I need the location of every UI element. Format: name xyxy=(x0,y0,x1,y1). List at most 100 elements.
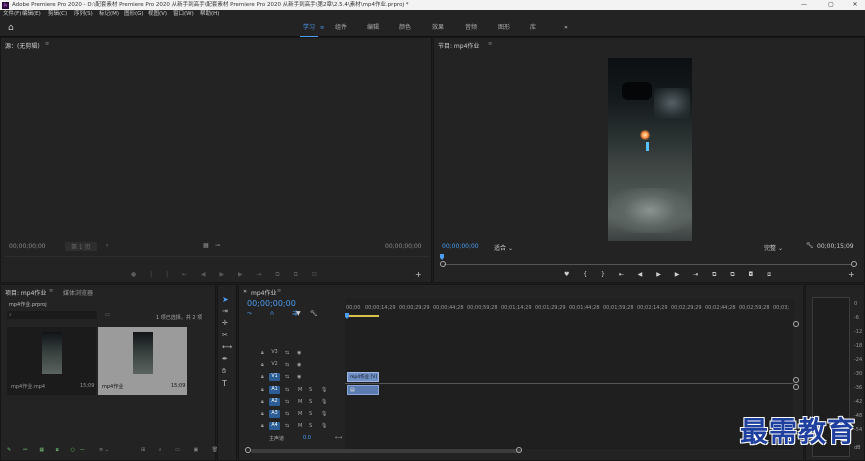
lock-icon[interactable]: 🔒︎ xyxy=(261,362,264,368)
wrench-icon[interactable]: 🔧︎ xyxy=(310,310,318,317)
solo-button[interactable]: S xyxy=(309,387,312,393)
sync-icon[interactable]: ⇆ xyxy=(285,423,289,429)
project-actions[interactable]: ⊞ ⌕ ▭ ▣ 🗑︎ xyxy=(141,447,224,453)
track-label-v1[interactable]: V1 xyxy=(269,373,280,381)
mic-icon[interactable]: 🎙︎ xyxy=(321,399,327,405)
menu-marker[interactable]: 标记(M) xyxy=(99,10,119,19)
mic-icon[interactable]: 🎙︎ xyxy=(321,387,327,393)
track-divider[interactable] xyxy=(345,382,793,384)
mute-button[interactable]: M xyxy=(298,423,302,429)
wrench-icon[interactable]: 🔧︎ xyxy=(806,242,814,249)
audio-clip[interactable]: ▤ xyxy=(347,385,379,395)
fit-select[interactable]: 适合 ⌄ xyxy=(494,243,513,252)
tab-assembly[interactable]: 组件 xyxy=(332,19,350,37)
pen-tool-icon[interactable]: ✒︎ xyxy=(222,355,228,363)
track-select-tool-icon[interactable]: ⇥ xyxy=(222,307,228,315)
timeline-ruler[interactable]: 00;00 00;00;14;29 00;00;29;29 00;00;44;2… xyxy=(345,299,795,319)
track-label-v3[interactable]: V3 xyxy=(269,349,280,357)
lock-icon[interactable]: 🔒︎ xyxy=(261,387,264,393)
plus-icon[interactable]: + xyxy=(415,270,422,279)
panel-menu-icon[interactable]: ≡ xyxy=(488,41,492,47)
menu-sequence[interactable]: 序列(S) xyxy=(74,10,93,19)
menu-graphics[interactable]: 图形(G) xyxy=(124,10,144,19)
lock-icon[interactable]: 🔒︎ xyxy=(261,374,264,380)
track-label-a3[interactable]: A3 xyxy=(269,410,280,418)
fit-icon[interactable]: ⊸ xyxy=(215,242,220,249)
sync-icon[interactable]: ⇆ xyxy=(285,350,289,356)
source-timecode-left[interactable]: 00;00;00;00 xyxy=(9,243,46,250)
menu-window[interactable]: 窗口(W) xyxy=(173,10,194,19)
mute-button[interactable]: M xyxy=(298,399,302,405)
source-scrubber[interactable] xyxy=(5,256,429,257)
menu-clip[interactable]: 剪辑(C) xyxy=(48,10,67,19)
close-icon[interactable]: ✕ xyxy=(243,289,247,295)
solo-button[interactable]: S xyxy=(309,411,312,417)
solo-button[interactable]: S xyxy=(309,423,312,429)
panel-menu-icon[interactable]: ≡ xyxy=(45,41,49,47)
close-button[interactable]: ✕ xyxy=(846,0,864,10)
tab-audio[interactable]: 音频 xyxy=(462,19,480,37)
work-area-bar[interactable] xyxy=(347,315,379,317)
eye-icon[interactable]: ◉ xyxy=(297,374,301,380)
lock-icon[interactable]: 🔒︎ xyxy=(261,423,264,429)
master-volume-value[interactable]: 0.0 xyxy=(303,435,311,441)
track-label-v2[interactable]: V2 xyxy=(269,361,280,369)
track-label-a4[interactable]: A4 xyxy=(269,422,280,430)
media-browser-tab[interactable]: 媒体浏览器 xyxy=(63,288,93,297)
project-item-clip[interactable]: mp4作业.mp4 15;09 xyxy=(7,327,96,395)
tab-effects[interactable]: 效果 xyxy=(429,19,447,37)
sync-icon[interactable]: ⇆ xyxy=(285,374,289,380)
menu-file[interactable]: 文件(F) xyxy=(3,10,21,19)
plus-icon[interactable]: + xyxy=(848,270,855,279)
scrollbar-handle-right[interactable] xyxy=(516,447,522,453)
scrollbar-handle-left[interactable] xyxy=(440,261,446,267)
tab-libraries[interactable]: 库 xyxy=(526,19,540,37)
lock-icon[interactable]: 🔒︎ xyxy=(261,350,264,356)
sort-icon[interactable]: ≡ ⌄ xyxy=(99,447,109,453)
slip-tool-icon[interactable]: ⟷ xyxy=(222,343,232,351)
solo-button[interactable]: S xyxy=(309,399,312,405)
project-view-controls[interactable]: ✎ ≔ ▦ ⧈ ○— xyxy=(7,447,90,453)
scrollbar-handle-top[interactable] xyxy=(793,321,799,327)
menu-view[interactable]: 视图(V) xyxy=(148,10,167,19)
mute-button[interactable]: M xyxy=(298,387,302,393)
panel-menu-icon[interactable]: ≡ xyxy=(277,288,281,294)
program-timecode[interactable]: 00;00;00;00 xyxy=(442,243,479,250)
tab-color[interactable]: 颜色 xyxy=(396,19,414,37)
scrollbar-handle-right[interactable] xyxy=(851,261,857,267)
timeline-tab[interactable]: mp4作业 xyxy=(251,288,276,297)
tab-editing[interactable]: 编辑 xyxy=(364,19,382,37)
project-tab[interactable]: 项目: mp4作业 xyxy=(5,288,46,297)
search-input[interactable] xyxy=(7,311,97,319)
scrollbar-handle-audio[interactable] xyxy=(793,384,799,390)
source-page-select[interactable]: 第 1 页 xyxy=(65,242,97,251)
playhead-marker[interactable] xyxy=(440,254,444,260)
tab-menu-icon[interactable]: ≡ xyxy=(320,25,324,31)
eye-icon[interactable]: ◉ xyxy=(297,362,301,368)
quality-select[interactable]: 完整 ⌄ xyxy=(764,243,783,252)
menu-edit[interactable]: 编辑(E) xyxy=(22,10,41,19)
horizontal-scrollbar[interactable] xyxy=(251,449,521,453)
marker-icon[interactable]: ▼ xyxy=(296,310,301,317)
hand-tool-icon[interactable]: ✋︎ xyxy=(222,367,226,376)
source-timecode-right[interactable]: 00;00;00;00 xyxy=(385,243,422,250)
track-label-a1[interactable]: A1 xyxy=(269,386,280,394)
home-icon[interactable]: ⌂ xyxy=(8,23,18,33)
scrollbar-handle-mid[interactable] xyxy=(793,377,799,383)
video-clip[interactable]: mp4作业 [V] xyxy=(347,372,379,382)
lock-icon[interactable]: 🔒︎ xyxy=(261,399,264,405)
sync-icon[interactable]: ⇆ xyxy=(285,411,289,417)
scrollbar-handle-left[interactable] xyxy=(245,447,251,453)
master-nav-icon[interactable]: ⟷ xyxy=(335,435,342,441)
selection-tool-icon[interactable]: ➤ xyxy=(222,295,229,304)
sync-icon[interactable]: ⇆ xyxy=(285,387,289,393)
mic-icon[interactable]: 🎙︎ xyxy=(321,423,327,429)
lock-icon[interactable]: 🔒︎ xyxy=(261,411,264,417)
new-bin-icon[interactable]: ▭ xyxy=(105,312,110,318)
source-transport-controls[interactable]: ● | | ⇤ ◀ ▶ ▶ ⇥ ⧉ ⧉ ⊡ xyxy=(131,271,323,279)
ripple-edit-tool-icon[interactable]: ✛ xyxy=(222,319,228,327)
settings-icon[interactable]: ▦ xyxy=(203,242,209,249)
timeline-timecode[interactable]: 00;00;00;00 xyxy=(247,299,296,308)
track-label-a2[interactable]: A2 xyxy=(269,398,280,406)
type-tool-icon[interactable]: T xyxy=(222,379,227,388)
